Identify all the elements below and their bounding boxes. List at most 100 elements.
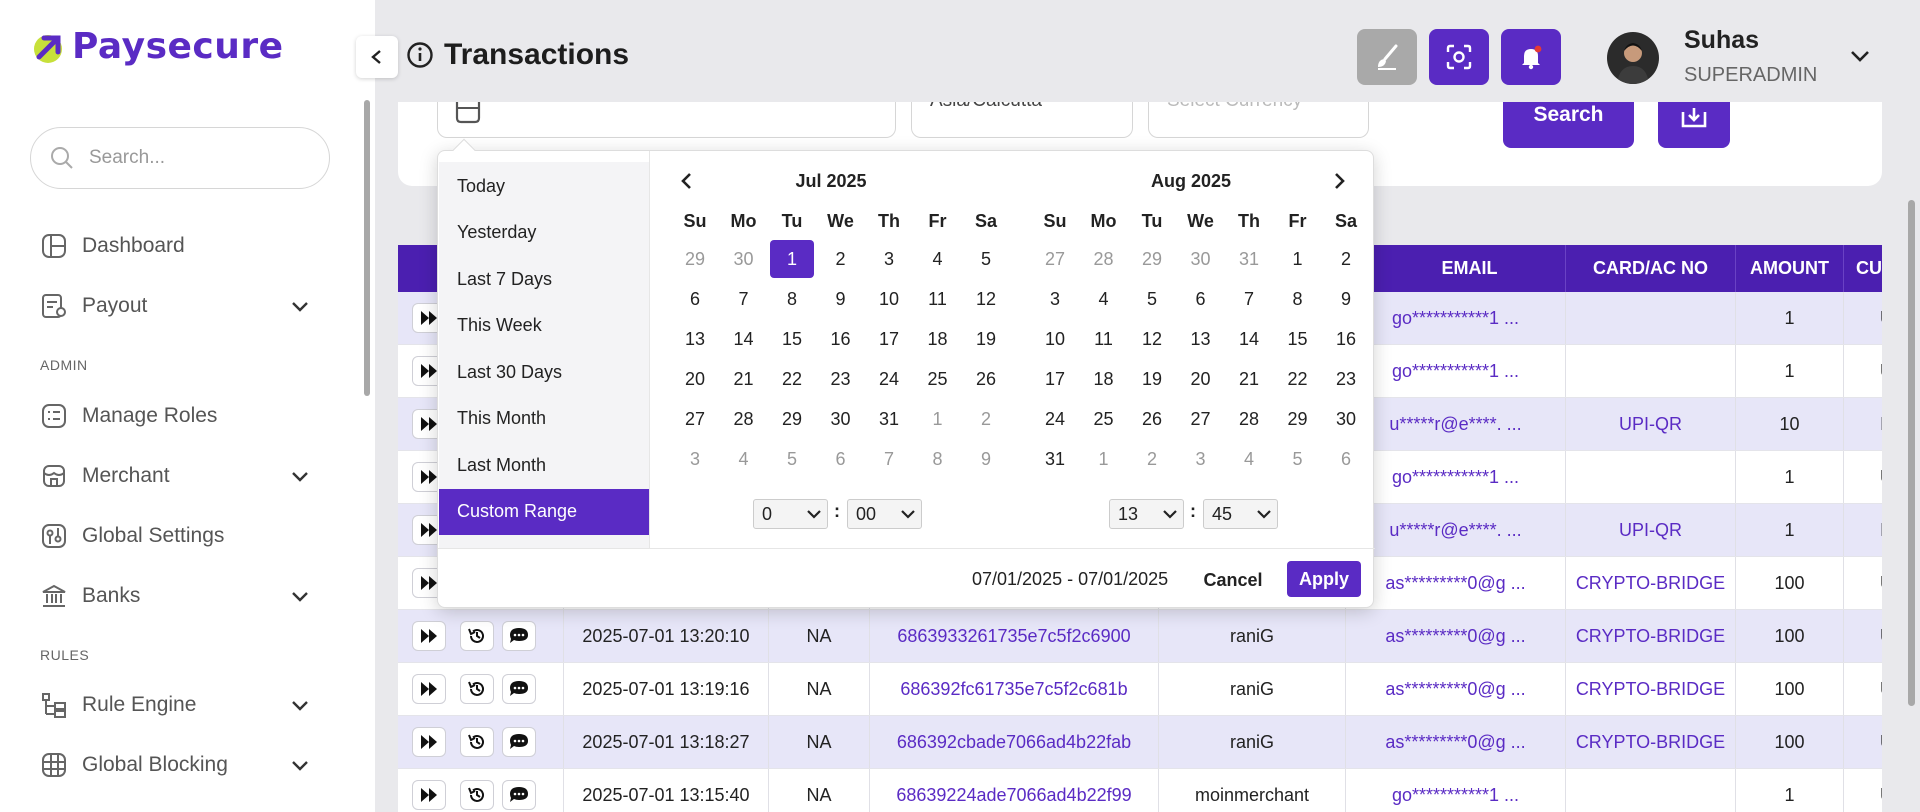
calendar-day[interactable]: 6 bbox=[1324, 440, 1368, 478]
calendar-day[interactable]: 3 bbox=[1033, 280, 1077, 318]
calendar-day[interactable]: 4 bbox=[916, 240, 960, 278]
calendar-day[interactable]: 19 bbox=[1130, 360, 1174, 398]
history-button[interactable] bbox=[460, 727, 494, 757]
calendar-day[interactable]: 17 bbox=[1033, 360, 1077, 398]
history-button[interactable] bbox=[460, 780, 494, 810]
column-header-currency[interactable]: CURRE bbox=[1843, 245, 1882, 292]
range-option[interactable]: Last 30 Days bbox=[439, 349, 649, 395]
date-range-input[interactable] bbox=[437, 102, 896, 138]
cell-card[interactable]: UPI-QR bbox=[1565, 398, 1735, 450]
info-icon[interactable] bbox=[406, 41, 434, 69]
cell-card[interactable]: CRYPTO-BRIDGE bbox=[1565, 716, 1735, 768]
chevron-down-icon[interactable] bbox=[290, 586, 310, 606]
cell-email[interactable]: as*********0@g ... bbox=[1345, 716, 1565, 768]
calendar-day[interactable]: 3 bbox=[1179, 440, 1223, 478]
calendar-day[interactable]: 1 bbox=[1276, 240, 1320, 278]
notifications-button[interactable] bbox=[1501, 29, 1561, 85]
range-option[interactable]: Last 7 Days bbox=[439, 256, 649, 302]
screenshot-button[interactable] bbox=[1429, 29, 1489, 85]
calendar-day[interactable]: 27 bbox=[673, 400, 717, 438]
calendar-day[interactable]: 22 bbox=[770, 360, 814, 398]
sidebar-item-dashboard[interactable]: Dashboard bbox=[40, 226, 310, 266]
calendar-day[interactable]: 6 bbox=[1179, 280, 1223, 318]
start-minute-select[interactable]: 00 bbox=[847, 499, 922, 529]
calendar-day[interactable]: 5 bbox=[964, 240, 1008, 278]
play-forward-button[interactable] bbox=[412, 674, 446, 704]
comment-button[interactable] bbox=[502, 780, 536, 810]
calendar-day[interactable]: 6 bbox=[819, 440, 863, 478]
cell-email[interactable]: go***********1 ... bbox=[1345, 451, 1565, 503]
calendar-day[interactable]: 5 bbox=[770, 440, 814, 478]
cell-id[interactable]: 686392fc61735e7c5f2c681b bbox=[869, 663, 1158, 715]
main-scrollbar[interactable] bbox=[1908, 200, 1915, 706]
calendar-day[interactable]: 4 bbox=[1082, 280, 1126, 318]
calendar-day[interactable]: 18 bbox=[916, 320, 960, 358]
calendar-day[interactable]: 2 bbox=[819, 240, 863, 278]
cell-card[interactable] bbox=[1565, 451, 1735, 503]
calendar-day[interactable]: 29 bbox=[1130, 240, 1174, 278]
calendar-day[interactable]: 27 bbox=[1179, 400, 1223, 438]
chevron-down-icon[interactable] bbox=[290, 755, 310, 775]
calendar-day[interactable]: 14 bbox=[722, 320, 766, 358]
currency-select[interactable]: Select Currency bbox=[1148, 102, 1369, 138]
cell-card[interactable]: UPI-QR bbox=[1565, 504, 1735, 556]
calendar-day[interactable]: 29 bbox=[770, 400, 814, 438]
end-hour-select[interactable]: 13 bbox=[1109, 499, 1184, 529]
cell-id[interactable]: 68639224ade7066ad4b22f99 bbox=[869, 769, 1158, 812]
play-forward-button[interactable] bbox=[412, 727, 446, 757]
calendar-day[interactable]: 17 bbox=[867, 320, 911, 358]
avatar[interactable] bbox=[1607, 32, 1659, 84]
calendar-day[interactable]: 5 bbox=[1130, 280, 1174, 318]
calendar-day[interactable]: 1 bbox=[770, 240, 814, 278]
cell-card[interactable]: CRYPTO-BRIDGE bbox=[1565, 663, 1735, 715]
apply-button[interactable]: Apply bbox=[1287, 561, 1361, 597]
export-button[interactable] bbox=[1658, 102, 1730, 148]
cell-email[interactable]: go***********1 ... bbox=[1345, 292, 1565, 344]
calendar-day[interactable]: 7 bbox=[722, 280, 766, 318]
calendar-day[interactable]: 24 bbox=[1033, 400, 1077, 438]
calendar-day[interactable]: 11 bbox=[916, 280, 960, 318]
calendar-day[interactable]: 24 bbox=[867, 360, 911, 398]
cell-email[interactable]: as*********0@g ... bbox=[1345, 557, 1565, 609]
play-forward-button[interactable] bbox=[412, 780, 446, 810]
calendar-day[interactable]: 9 bbox=[819, 280, 863, 318]
calendar-day[interactable]: 25 bbox=[1082, 400, 1126, 438]
sidebar-item-rule-engine[interactable]: Rule Engine bbox=[40, 685, 310, 725]
sidebar-item-global-blocking[interactable]: Global Blocking bbox=[40, 745, 310, 785]
calendar-day[interactable]: 1 bbox=[916, 400, 960, 438]
search-button[interactable]: Search bbox=[1503, 102, 1634, 148]
chevron-down-icon[interactable] bbox=[290, 296, 310, 316]
calendar-day[interactable]: 16 bbox=[1324, 320, 1368, 358]
user-menu-chevron-icon[interactable] bbox=[1849, 45, 1871, 67]
calendar-day[interactable]: 8 bbox=[1276, 280, 1320, 318]
calendar-day[interactable]: 3 bbox=[867, 240, 911, 278]
calendar-day[interactable]: 16 bbox=[819, 320, 863, 358]
calendar-day[interactable]: 8 bbox=[916, 440, 960, 478]
calendar-day[interactable]: 22 bbox=[1276, 360, 1320, 398]
cell-id[interactable]: 686392cbade7066ad4b22fab bbox=[869, 716, 1158, 768]
calendar-day[interactable]: 20 bbox=[673, 360, 717, 398]
play-forward-button[interactable] bbox=[412, 621, 446, 651]
chevron-down-icon[interactable] bbox=[290, 695, 310, 715]
cell-card[interactable] bbox=[1565, 292, 1735, 344]
cell-id[interactable]: 6863933261735e7c5f2c6900 bbox=[869, 610, 1158, 662]
calendar-day[interactable]: 15 bbox=[1276, 320, 1320, 358]
range-option[interactable]: This Week bbox=[439, 303, 649, 349]
calendar-day[interactable]: 4 bbox=[1227, 440, 1271, 478]
column-header-amount[interactable]: AMOUNT bbox=[1735, 245, 1843, 292]
calendar-day[interactable]: 2 bbox=[964, 400, 1008, 438]
calendar-day[interactable]: 7 bbox=[867, 440, 911, 478]
cell-email[interactable]: go***********1 ... bbox=[1345, 345, 1565, 397]
brand-logo[interactable]: Paysecure bbox=[30, 26, 284, 67]
end-minute-select[interactable]: 45 bbox=[1203, 499, 1278, 529]
calendar-day[interactable]: 21 bbox=[1227, 360, 1271, 398]
range-option[interactable]: This Month bbox=[439, 396, 649, 442]
comment-button[interactable] bbox=[502, 727, 536, 757]
calendar-day[interactable]: 2 bbox=[1324, 240, 1368, 278]
column-header-card[interactable]: CARD/AC NO bbox=[1565, 245, 1735, 292]
calendar-day[interactable]: 9 bbox=[1324, 280, 1368, 318]
calendar-day[interactable]: 13 bbox=[1179, 320, 1223, 358]
cell-email[interactable]: as*********0@g ... bbox=[1345, 610, 1565, 662]
range-option[interactable]: Last Month bbox=[439, 442, 649, 488]
calendar-day[interactable]: 30 bbox=[722, 240, 766, 278]
